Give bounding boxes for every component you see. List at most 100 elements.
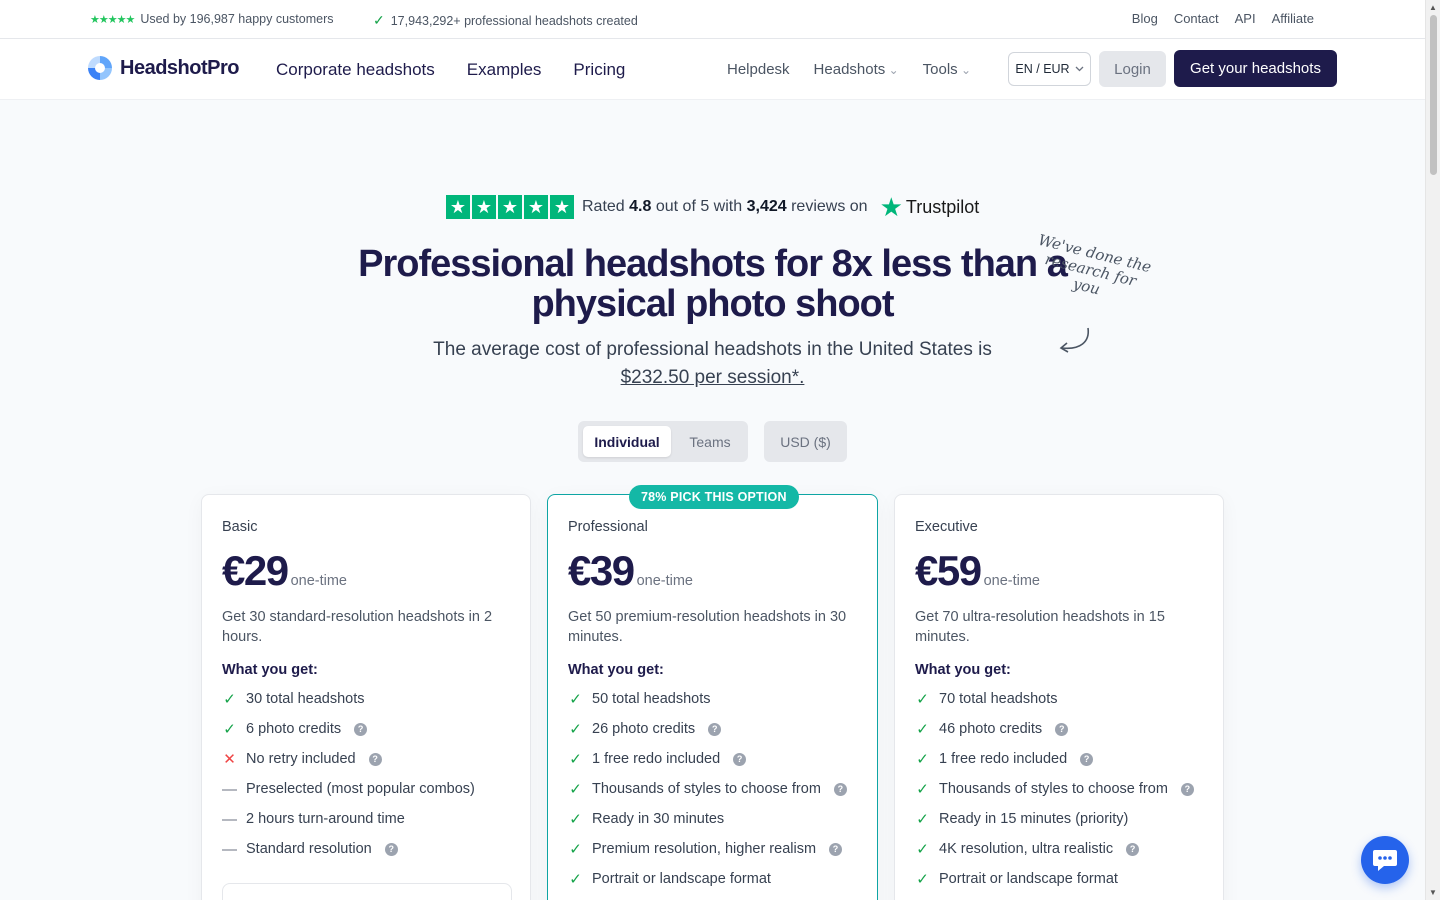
page-title: Professional headshots for 8x less than …: [358, 243, 1068, 325]
help-icon[interactable]: ?: [1055, 722, 1069, 736]
help-icon[interactable]: ?: [1180, 782, 1194, 796]
customers-text: Used by 196,987 happy customers: [140, 12, 334, 26]
plan-description: Get 30 standard-resolution headshots in …: [222, 609, 493, 645]
review-count: 3,424: [746, 198, 787, 215]
plan-description: Get 50 premium-resolution headshots in 3…: [568, 609, 847, 645]
dash-icon: —: [222, 780, 237, 798]
scroll-down-icon[interactable]: ▼: [1429, 888, 1437, 897]
feature-item: ✓ Portrait or landscape format: [569, 871, 771, 888]
popular-badge: 78% PICK THIS OPTION: [629, 485, 799, 509]
help-icon[interactable]: ?: [708, 722, 722, 736]
check-icon: ✓: [916, 691, 929, 708]
primary-nav: Corporate headshots Examples Pricing: [276, 60, 625, 80]
curved-arrow-icon: [1059, 327, 1089, 353]
trustpilot-star-icon: ★: [879, 192, 903, 222]
headshots-stat: ✓ 17,943,292+ professional headshots cre…: [373, 12, 638, 29]
currency-toggle[interactable]: USD ($): [764, 421, 847, 462]
features-heading: What you get:: [915, 662, 1011, 678]
help-icon[interactable]: ?: [354, 722, 368, 736]
cross-icon: ✕: [223, 751, 236, 768]
feature-item: — Standard resolution?: [222, 834, 510, 864]
upsell-box[interactable]: [222, 883, 512, 900]
language-label: EN / EUR: [1015, 62, 1070, 76]
help-icon[interactable]: ?: [368, 752, 382, 766]
plan-description: Get 70 ultra-resolution headshots in 15 …: [915, 609, 1165, 645]
trustpilot-stars-icon: ★ ★ ★ ★ ★: [446, 195, 574, 219]
check-icon: ✓: [916, 811, 929, 828]
api-link[interactable]: API: [1235, 11, 1256, 26]
feature-item: ✓ 1 free redo included?: [915, 744, 1203, 774]
tab-teams[interactable]: Teams: [678, 426, 742, 457]
plan-card-executive: Executive €59 one-time Get 70 ultra-reso…: [894, 494, 1224, 900]
check-icon: ✓: [916, 781, 929, 798]
secondary-nav: Helpdesk Headshots Tools: [727, 61, 971, 78]
feature-item: ✓ Ready in 15 minutes (priority): [916, 811, 1129, 828]
dash-icon: —: [222, 810, 237, 828]
check-icon: ✓: [916, 871, 929, 888]
check-icon: ✓: [569, 781, 582, 798]
check-icon: ✓: [569, 721, 582, 738]
feature-item: ✓ Premium resolution, higher realism?: [568, 834, 857, 864]
help-icon[interactable]: ?: [384, 842, 398, 856]
tab-individual[interactable]: Individual: [583, 426, 671, 457]
get-headshots-button[interactable]: Get your headshots: [1174, 50, 1337, 87]
help-icon[interactable]: ?: [1126, 842, 1140, 856]
features-heading: What you get:: [568, 662, 664, 678]
feature-item: ✓ 26 photo credits?: [568, 714, 857, 744]
nav-corporate-headshots[interactable]: Corporate headshots: [276, 60, 435, 80]
brand-name: HeadshotPro: [120, 56, 239, 79]
scroll-up-icon[interactable]: ▲: [1429, 3, 1437, 12]
trustpilot-logo: ★ Trustpilot: [879, 192, 980, 222]
feature-item: ✓ 70 total headshots: [916, 691, 1058, 708]
session-cost-link[interactable]: $232.50 per session*.: [320, 364, 1105, 392]
affiliate-link[interactable]: Affiliate: [1272, 11, 1314, 26]
contact-link[interactable]: Contact: [1174, 11, 1219, 26]
scroll-thumb[interactable]: [1430, 15, 1437, 175]
help-icon[interactable]: ?: [1080, 752, 1094, 766]
check-icon: ✓: [569, 841, 582, 858]
dash-icon: —: [222, 840, 237, 858]
nav-helpdesk[interactable]: Helpdesk: [727, 61, 790, 78]
feature-list: ✓ 50 total headshots ✓ 26 photo credits? ✓…: [568, 684, 857, 894]
login-button[interactable]: Login: [1099, 51, 1166, 87]
feature-item: — Preselected (most popular combos): [222, 780, 475, 798]
nav-examples[interactable]: Examples: [467, 60, 542, 80]
price-period: one-time: [983, 573, 1040, 589]
plan-name: Executive: [915, 519, 978, 535]
trustpilot-rating[interactable]: ★ ★ ★ ★ ★ Rated 4.8 out of 5 with 3,424 revi…: [446, 192, 980, 222]
main-navigation: HeadshotPro Corporate headshots Examples…: [0, 39, 1425, 100]
plan-price: €29: [222, 547, 289, 594]
blog-link[interactable]: Blog: [1132, 11, 1158, 26]
feature-list: ✓ 70 total headshots ✓ 46 photo credits? ✓…: [915, 684, 1203, 894]
nav-tools-dropdown[interactable]: Tools: [923, 61, 971, 78]
feature-item: ✕ No retry included?: [222, 744, 510, 774]
chat-button[interactable]: [1361, 836, 1409, 884]
page-subtitle: The average cost of professional headsho…: [320, 336, 1105, 392]
feature-item: ✓ 4K resolution, ultra realistic?: [915, 834, 1203, 864]
language-selector[interactable]: EN / EUR: [1008, 52, 1091, 86]
feature-item: ✓ 50 total headshots: [569, 691, 711, 708]
check-icon: ✓: [569, 811, 582, 828]
scrollbar[interactable]: ▲ ▼: [1425, 0, 1440, 900]
plan-price: €59: [915, 547, 982, 594]
nav-pricing[interactable]: Pricing: [573, 60, 625, 80]
nav-headshots-dropdown[interactable]: Headshots: [814, 61, 899, 78]
feature-item: ✓ 30 total headshots: [223, 691, 365, 708]
help-icon[interactable]: ?: [833, 782, 847, 796]
check-icon: ✓: [223, 691, 236, 708]
feature-item: ✓ 46 photo credits?: [915, 714, 1203, 744]
help-icon[interactable]: ?: [829, 842, 843, 856]
check-icon: ✓: [373, 12, 385, 28]
price-period: one-time: [290, 573, 347, 589]
check-icon: ✓: [569, 871, 582, 888]
check-icon: ✓: [916, 751, 929, 768]
feature-item: ✓ Thousands of styles to choose from?: [915, 774, 1203, 804]
price-row: €29 one-time: [222, 547, 510, 595]
check-icon: ✓: [569, 751, 582, 768]
chat-icon: [1373, 850, 1397, 871]
plan-type-toggle: Individual Teams: [578, 421, 748, 462]
customers-stat: ★★★★★ Used by 196,987 happy customers: [90, 12, 333, 26]
help-icon[interactable]: ?: [733, 752, 747, 766]
headshots-text: 17,943,292+ professional headshots creat…: [390, 13, 638, 28]
logo[interactable]: HeadshotPro: [88, 56, 239, 80]
